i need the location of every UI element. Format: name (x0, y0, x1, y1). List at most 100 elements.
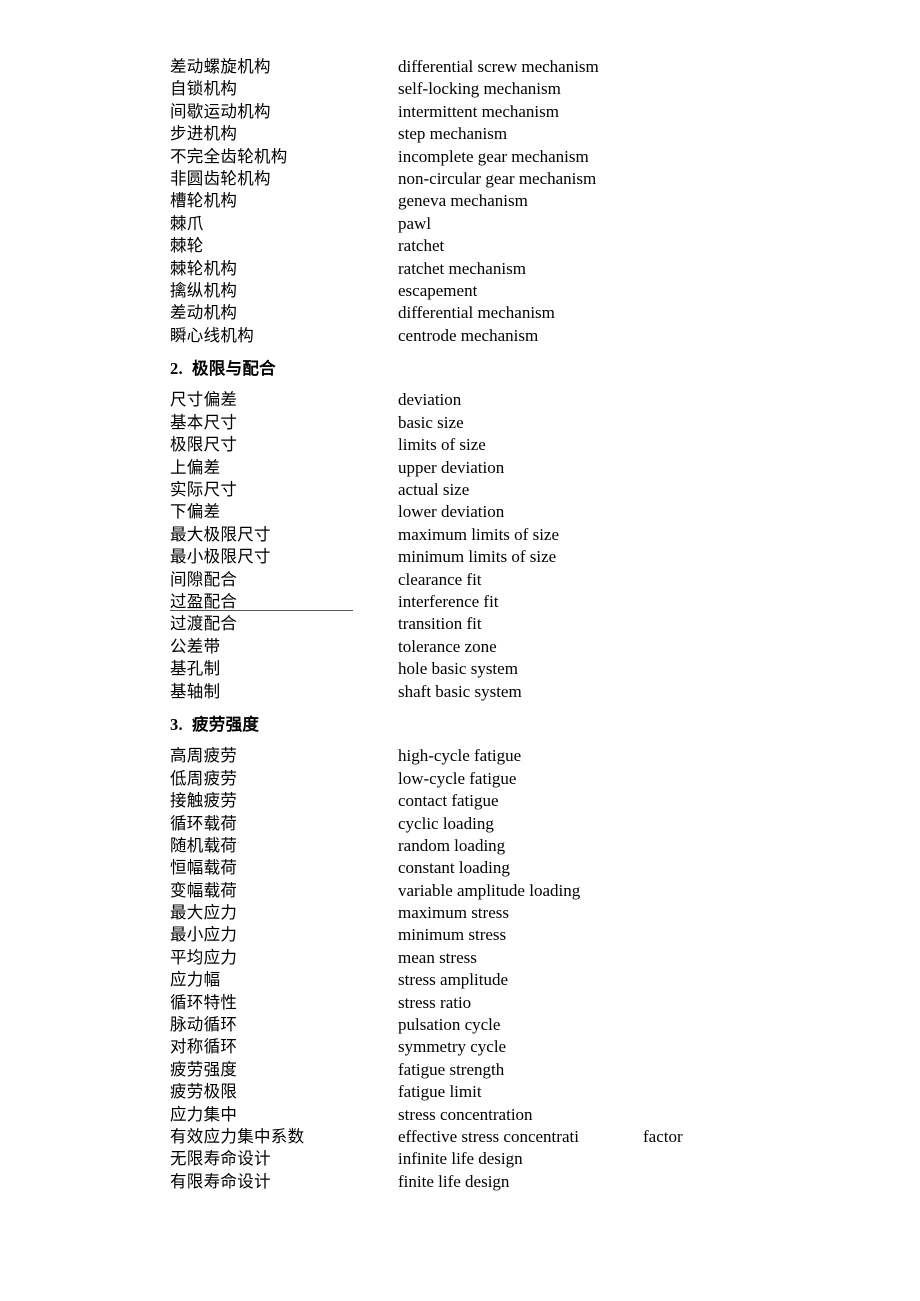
term-chinese: 接触疲劳 (170, 791, 238, 811)
term-chinese: 有效应力集中系数 (170, 1126, 305, 1146)
term-english: deviation (398, 390, 462, 410)
term-chinese: 基孔制 (170, 659, 221, 679)
term-chinese: 差动机构 (170, 303, 238, 323)
glossary-row: 极限尺寸 limits of size (170, 434, 870, 456)
term-english: differential mechanism (398, 303, 555, 323)
glossary-row: 公差带 tolerance zone (170, 636, 870, 658)
term-english: actual size (398, 480, 470, 500)
term-english: intermittent mechanism (398, 101, 559, 121)
term-english: stress amplitude (398, 970, 509, 990)
term-english: infinite life design (398, 1149, 523, 1169)
term-chinese: 有限寿命设计 (170, 1171, 271, 1191)
term-english: low-cycle fatigue (398, 768, 517, 788)
term-chinese: 棘爪 (170, 213, 204, 233)
term-chinese: 基轴制 (170, 681, 221, 701)
term-chinese: 高周疲劳 (170, 746, 238, 766)
glossary-row: 最大极限尺寸 maximum limits of size (170, 524, 870, 546)
section-heading: 3. 疲劳强度 (170, 714, 870, 736)
term-chinese: 平均应力 (170, 947, 238, 967)
term-chinese: 低周疲劳 (170, 768, 238, 788)
term-english: fatigue limit (398, 1082, 482, 1102)
glossary-row: 应力集中 stress concentration (170, 1104, 870, 1126)
glossary-row: 接触疲劳 contact fatigue (170, 790, 870, 812)
term-english: transition fit (398, 614, 482, 634)
section-heading-number: 2. (170, 359, 183, 379)
glossary-row: 高周疲劳 high-cycle fatigue (170, 745, 870, 767)
term-chinese: 随机载荷 (170, 835, 238, 855)
glossary-row: 平均应力 mean stress (170, 947, 870, 969)
glossary-row: 过渡配合 transition fit (170, 613, 870, 635)
glossary-row: 棘爪 pawl (170, 213, 870, 235)
term-chinese: 擒纵机构 (170, 280, 238, 300)
term-chinese: 对称循环 (170, 1037, 238, 1057)
term-chinese: 疲劳极限 (170, 1082, 238, 1102)
glossary-row: 不完全齿轮机构 incomplete gear mechanism (170, 146, 870, 168)
term-english: clearance fit (398, 569, 482, 589)
glossary-row: 无限寿命设计 infinite life design (170, 1148, 870, 1170)
term-chinese: 瞬心线机构 (170, 325, 254, 345)
term-chinese: 应力集中 (170, 1104, 238, 1124)
glossary-row: 下偏差 lower deviation (170, 501, 870, 523)
glossary-row: 槽轮机构 geneva mechanism (170, 190, 870, 212)
term-english: stress ratio (398, 992, 472, 1012)
term-english: constant loading (398, 858, 510, 878)
term-chinese: 循环特性 (170, 992, 238, 1012)
section-heading-title: 极限与配合 (191, 359, 276, 379)
term-english-trailing: factor (643, 1126, 683, 1146)
term-english: ratchet mechanism (398, 258, 526, 278)
term-english: limits of size (398, 435, 486, 455)
term-chinese: 循环载荷 (170, 813, 238, 833)
term-chinese: 应力幅 (170, 970, 221, 990)
term-english: incomplete gear mechanism (398, 146, 589, 166)
term-chinese: 不完全齿轮机构 (170, 146, 288, 166)
glossary-row: 擒纵机构 escapement (170, 280, 870, 302)
term-chinese: 尺寸偏差 (170, 390, 238, 410)
term-english: lower deviation (398, 502, 505, 522)
section-heading: 2. 极限与配合 (170, 358, 870, 380)
term-chinese: 疲劳强度 (170, 1059, 238, 1079)
glossary-row: 自锁机构 self-locking mechanism (170, 78, 870, 100)
glossary-row: 最大应力 maximum stress (170, 902, 870, 924)
glossary-row: 随机载荷 random loading (170, 835, 870, 857)
term-chinese: 槽轮机构 (170, 191, 238, 211)
term-english: finite life design (398, 1171, 510, 1191)
term-english: cyclic loading (398, 813, 494, 833)
glossary-row: 实际尺寸 actual size (170, 479, 870, 501)
glossary-row: 棘轮机构 ratchet mechanism (170, 258, 870, 280)
term-chinese: 无限寿命设计 (170, 1149, 271, 1169)
term-chinese: 变幅载荷 (170, 880, 238, 900)
section-heading-title: 疲劳强度 (191, 714, 260, 734)
term-chinese: 棘轮 (170, 236, 204, 256)
term-chinese: 过盈配合 (170, 591, 398, 613)
term-english: high-cycle fatigue (398, 746, 522, 766)
glossary-row: 棘轮 ratchet (170, 235, 870, 257)
term-english: interference fit (398, 591, 499, 611)
glossary-row: 基本尺寸 basic size (170, 412, 870, 434)
glossary-row: 差动机构 differential mechanism (170, 302, 870, 324)
term-chinese: 上偏差 (170, 457, 221, 477)
glossary-row: 最小应力 minimum stress (170, 924, 870, 946)
glossary-row: 循环特性 stress ratio (170, 992, 870, 1014)
term-english: differential screw mechanism (398, 57, 599, 76)
glossary-row: 对称循环 symmetry cycle (170, 1036, 870, 1058)
term-english: shaft basic system (398, 681, 522, 701)
term-english: effective stress concentrati (398, 1126, 579, 1146)
glossary-row: 有限寿命设计 finite life design (170, 1171, 870, 1193)
term-english: contact fatigue (398, 791, 499, 811)
glossary-row: 恒幅载荷 constant loading (170, 857, 870, 879)
glossary-row: 疲劳极限 fatigue limit (170, 1081, 870, 1103)
document-page: 差动螺旋机构 differential screw mechanism 自锁机构 se… (0, 0, 920, 1301)
glossary-row: 有效应力集中系数 effective stress concentrati fact… (170, 1126, 870, 1148)
term-english: minimum limits of size (398, 547, 557, 567)
term-english: step mechanism (398, 124, 508, 144)
glossary-row: 间隙配合 clearance fit (170, 569, 870, 591)
term-english: symmetry cycle (398, 1037, 507, 1057)
glossary-row: 尺寸偏差 deviation (170, 389, 870, 411)
glossary-row: 差动螺旋机构 differential screw mechanism (170, 56, 870, 78)
term-chinese: 脉动循环 (170, 1015, 238, 1035)
term-chinese: 实际尺寸 (170, 480, 238, 500)
term-english: maximum limits of size (398, 524, 560, 544)
term-chinese: 公差带 (170, 636, 221, 656)
glossary-row: 上偏差 upper deviation (170, 457, 870, 479)
term-chinese: 步进机构 (170, 124, 238, 144)
